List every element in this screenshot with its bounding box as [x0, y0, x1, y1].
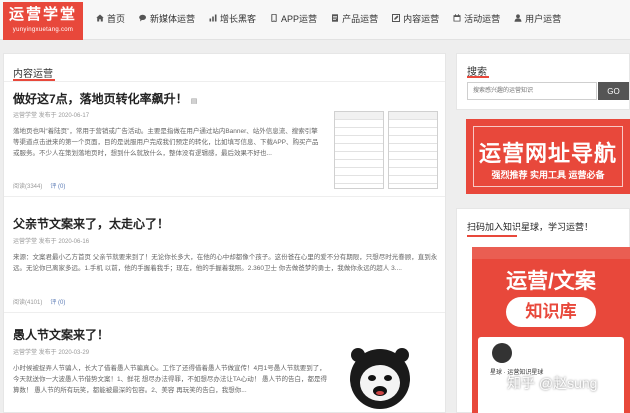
nav-item-label: 首页 — [107, 13, 126, 24]
article-meta: 运营学堂 发布于 2020-06-16 — [13, 239, 90, 245]
section-divider — [4, 81, 445, 82]
article-views: 阅读(4101) — [13, 300, 43, 306]
article-excerpt: 来源：文案君最小乙方首页 父亲节就要来到了！无论你长多大，在他的心中却都像个孩子… — [13, 254, 438, 272]
phone-icon — [270, 14, 278, 22]
nav-item-label: 增长黑客 — [220, 13, 257, 24]
avatar — [492, 343, 512, 363]
nav-item-label: 产品运营 — [342, 13, 379, 24]
nav-item-label: 用户运营 — [525, 13, 562, 24]
poster-title: 运营/文案 — [506, 270, 596, 293]
nav-item-label: APP运营 — [281, 13, 318, 24]
meme-thumbnail[interactable] — [344, 341, 416, 413]
search-button[interactable]: GO — [598, 82, 629, 100]
chart-icon — [209, 14, 217, 22]
thumbnail-table-right — [388, 111, 438, 189]
page: 运营学堂 yunyingxuetang.com 首页 新媒体运营 增长黑客 AP… — [0, 0, 630, 413]
edit-icon — [392, 14, 401, 22]
nav-item-label: 内容运营 — [403, 13, 440, 24]
article-stats: 阅读(3344) 评 (0) — [13, 181, 65, 190]
nav-item-home[interactable]: 首页 — [96, 12, 125, 25]
nav-item-label: 新媒体运营 — [150, 13, 196, 24]
calendar-icon — [453, 14, 461, 22]
article-divider — [4, 196, 445, 197]
logo-subtitle: yunyingxuetang.com — [12, 27, 74, 33]
article-title[interactable]: 父亲节文案来了，太走心了！ — [13, 215, 169, 232]
search-input[interactable] — [467, 82, 597, 100]
site-header: 运营学堂 yunyingxuetang.com 首页 新媒体运营 增长黑客 AP… — [0, 0, 630, 40]
article-meta: 运营学堂 发布于 2020-06-17 — [13, 113, 90, 119]
nav-item-product[interactable]: 产品运营 — [331, 12, 378, 25]
poster-top-band — [472, 247, 630, 259]
section-title: 内容运营 — [13, 69, 53, 80]
user-icon — [514, 14, 522, 22]
nav-item-growth-hacking[interactable]: 增长黑客 — [209, 12, 256, 25]
nav-banner[interactable]: 运营网址导航 强烈推荐 实用工具 运营必备 — [466, 119, 630, 194]
nav-item-content[interactable]: 内容运营 — [392, 12, 439, 25]
banner-title: 运营网址导航 — [478, 141, 617, 166]
document-icon — [331, 14, 339, 22]
nav-item-new-media[interactable]: 新媒体运营 — [139, 12, 195, 25]
search-widget: 搜索 GO — [456, 53, 630, 110]
article-comments-link[interactable]: 评 (0) — [50, 184, 65, 190]
article-title-text: 做好这7点，落地页转化率飙升！ — [13, 92, 188, 106]
article-comments-link[interactable]: 评 (0) — [50, 300, 65, 306]
article-list: 内容运营 做好这7点，落地页转化率飙升！ ▤ 运营学堂 发布于 2020-06-1… — [3, 53, 446, 413]
nav-item-user[interactable]: 用户运营 — [514, 12, 561, 25]
article-views: 阅读(3344) — [13, 184, 43, 190]
poster-pill: 知识库 — [506, 297, 596, 327]
site-logo[interactable]: 运营学堂 yunyingxuetang.com — [3, 2, 83, 40]
nav-item-label: 活动运营 — [464, 13, 501, 24]
main-nav: 首页 新媒体运营 增长黑客 APP运营 产品运营 内容运营 活动运营 用户运营 — [96, 0, 575, 36]
thumbnail-table-left — [334, 111, 384, 189]
qr-underline — [467, 235, 517, 237]
article-stats: 阅读(4101) 评 (0) — [13, 297, 65, 306]
watermark: 知乎 @赵sung — [507, 375, 598, 391]
article-excerpt: 落地页也叫“着陆页”，常用于营销或广告活动。主要是指做在用户通过站内Banner… — [13, 128, 319, 157]
article-meta: 运营学堂 发布于 2020-03-29 — [13, 350, 90, 356]
article-thumbnail[interactable] — [334, 111, 438, 189]
article-excerpt: 小时候被捉弄人节骗人，长大了借着愚人节骗真心。工作了还得借着愚人节做宣传！4月1… — [13, 365, 328, 394]
picture-icon: ▤ — [190, 98, 198, 105]
home-icon — [96, 14, 104, 22]
logo-title: 运营学堂 — [8, 5, 77, 23]
chat-icon — [139, 14, 147, 22]
banner-subtitle: 强烈推荐 实用工具 运营必备 — [491, 170, 605, 180]
article-title[interactable]: 做好这7点，落地页转化率飙升！ ▤ — [13, 90, 197, 107]
article-title[interactable]: 愚人节文案来了！ — [13, 326, 109, 343]
article-divider — [4, 312, 445, 313]
search-underline — [467, 76, 489, 78]
nav-item-app[interactable]: APP运营 — [270, 12, 317, 25]
nav-item-activity[interactable]: 活动运营 — [453, 12, 500, 25]
qr-title: 扫码加入知识星球，学习运营！ — [467, 222, 594, 232]
